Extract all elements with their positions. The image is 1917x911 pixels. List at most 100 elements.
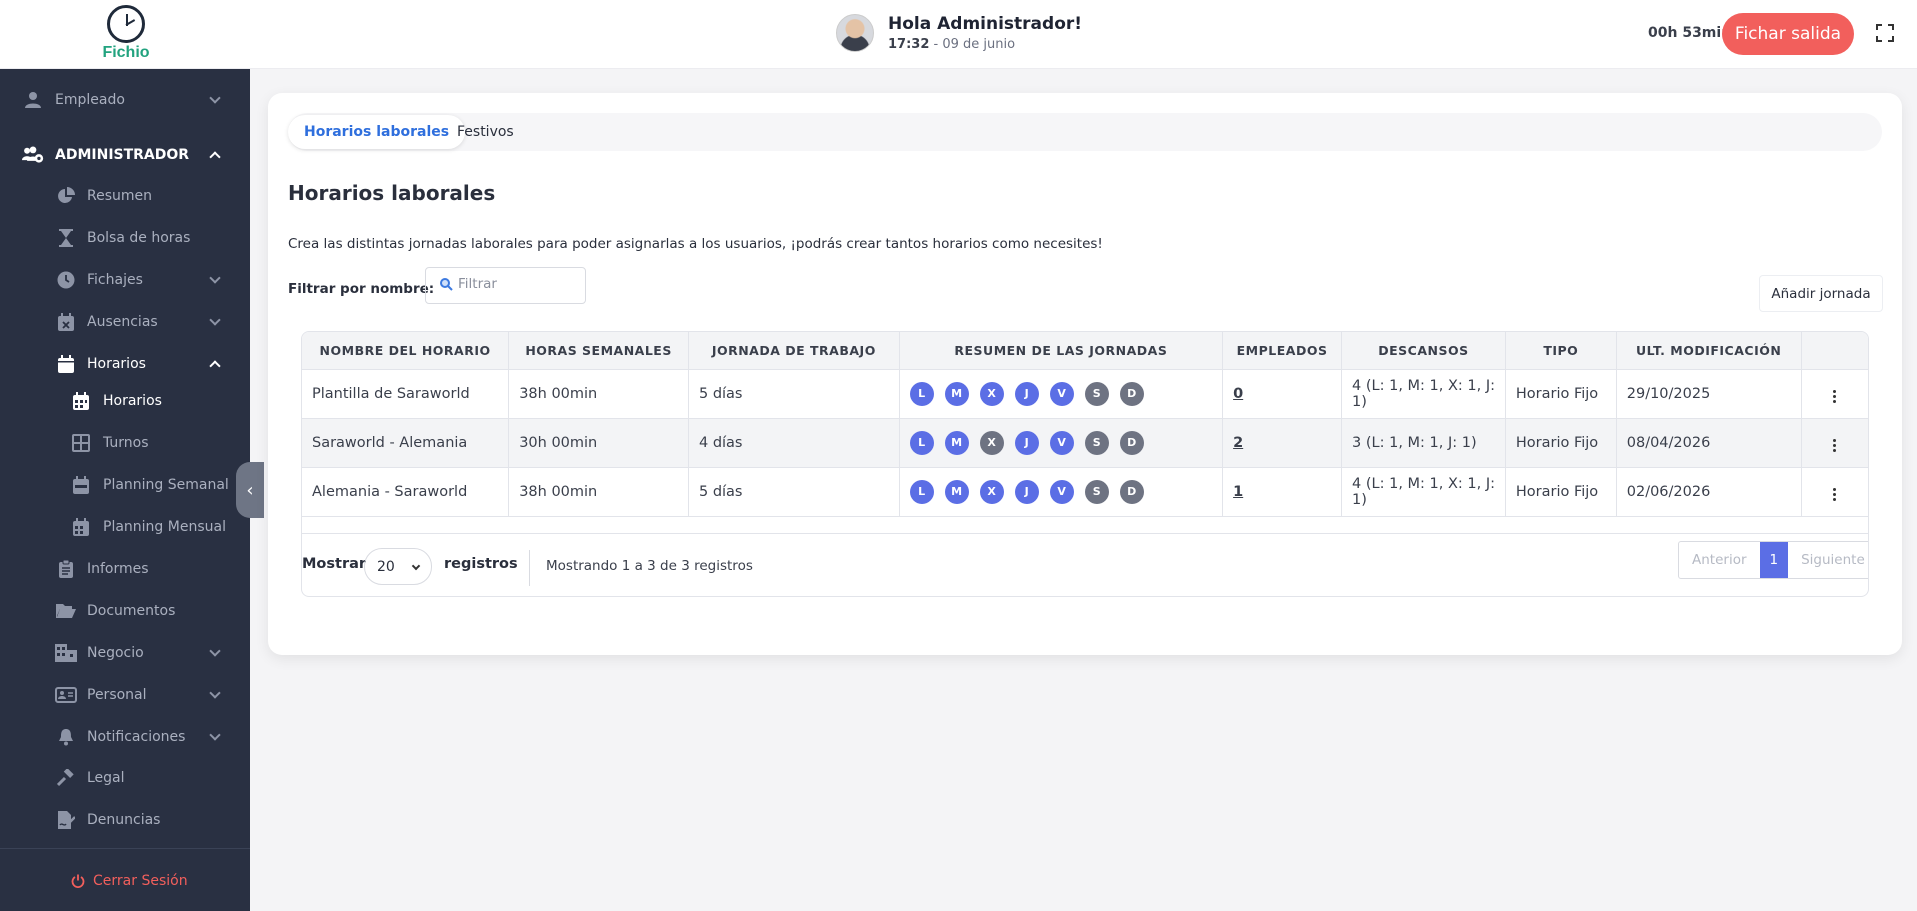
sidebar-divider xyxy=(0,848,250,849)
row-menu-button[interactable] xyxy=(1801,369,1868,419)
fichio-logo[interactable]: Fichio xyxy=(100,5,152,62)
cell-hours: 38h 00min xyxy=(508,369,689,419)
main-card: Horarios laborales Festivos Horarios lab… xyxy=(268,93,1902,655)
day-badge-j: J xyxy=(1014,430,1039,455)
bell-icon xyxy=(55,727,77,747)
day-badge-v: V xyxy=(1049,381,1074,406)
sidebar-item-horarios[interactable]: Horarios xyxy=(0,348,250,380)
calendar-icon xyxy=(55,354,77,374)
cell-name: Plantilla de Saraworld xyxy=(302,369,510,419)
col-jornada[interactable]: JORNADA DE TRABAJO xyxy=(688,332,900,370)
pagination: Anterior 1 Siguiente xyxy=(1678,541,1868,579)
chevron-left-icon: ‹ xyxy=(246,479,254,501)
sidebar-item-notificaciones[interactable]: Notificaciones xyxy=(0,721,250,753)
calendar-week-icon xyxy=(70,475,92,495)
col-horas[interactable]: HORAS SEMANALES xyxy=(508,332,689,370)
table-header-row: NOMBRE DEL HORARIO HORAS SEMANALES JORNA… xyxy=(302,332,1868,370)
users-cog-icon xyxy=(22,145,44,165)
col-empleados[interactable]: EMPLEADOS xyxy=(1222,332,1343,370)
logo-text: Fichio xyxy=(102,44,150,61)
table-spacer-row xyxy=(302,516,1868,534)
day-badge-d: D xyxy=(1119,479,1144,504)
employees-link[interactable]: 1 xyxy=(1233,484,1243,500)
page-1-button[interactable]: 1 xyxy=(1759,542,1789,578)
sidebar-item-planning-mensual[interactable]: Planning Mensual xyxy=(0,511,250,543)
filter-input[interactable] xyxy=(458,276,578,292)
sidebar: Empleado ADMINISTRADOR Resumen Bolsa de … xyxy=(0,69,250,911)
power-icon xyxy=(67,871,89,891)
day-badge-m: M xyxy=(944,430,969,455)
avatar[interactable] xyxy=(836,14,874,52)
folder-open-icon xyxy=(55,601,77,621)
day-badge-m: M xyxy=(944,479,969,504)
grid-icon xyxy=(70,433,92,453)
fullscreen-icon[interactable] xyxy=(1876,24,1894,42)
building-icon xyxy=(55,643,77,663)
chevron-up-icon xyxy=(209,360,221,372)
sidebar-collapse-button[interactable]: ‹ xyxy=(236,462,264,518)
worked-time: 00h 53min xyxy=(1648,25,1732,41)
cell-modified: 08/04/2026 xyxy=(1616,418,1802,468)
fichar-salida-button[interactable]: Fichar salida xyxy=(1722,13,1854,55)
cell-modified: 29/10/2025 xyxy=(1616,369,1802,419)
day-badge-s: S xyxy=(1084,430,1109,455)
kebab-icon xyxy=(1833,443,1837,447)
cell-breaks: 4 (L: 1, M: 1, X: 1, J: 1) xyxy=(1341,467,1506,517)
table-row[interactable]: Alemania - Saraworld 38h 00min 5 días LM… xyxy=(302,467,1868,517)
sidebar-item-legal[interactable]: Legal xyxy=(0,762,250,794)
logout-button[interactable]: Cerrar Sesión xyxy=(0,865,250,897)
sidebar-item-bolsa-de-horas[interactable]: Bolsa de horas xyxy=(0,222,250,254)
employees-link[interactable]: 0 xyxy=(1233,386,1243,402)
cell-employees: 2 xyxy=(1222,418,1343,468)
row-menu-button[interactable] xyxy=(1801,418,1868,468)
clipboard-icon xyxy=(55,559,77,579)
add-jornada-button[interactable]: Añadir jornada xyxy=(1759,275,1883,312)
col-tipo[interactable]: TIPO xyxy=(1505,332,1617,370)
day-badge-j: J xyxy=(1014,479,1039,504)
col-modificacion[interactable]: ULT. MODIFICACIÓN xyxy=(1616,332,1802,370)
prev-page-button[interactable]: Anterior xyxy=(1679,542,1760,578)
sidebar-item-resumen[interactable]: Resumen xyxy=(0,180,250,212)
day-badge-x: X xyxy=(979,479,1004,504)
sidebar-item-empleado[interactable]: Empleado xyxy=(0,84,250,116)
col-descansos[interactable]: DESCANSOS xyxy=(1341,332,1506,370)
sidebar-item-denuncias[interactable]: Denuncias xyxy=(0,804,250,836)
table-row[interactable]: Saraworld - Alemania 30h 00min 4 días LM… xyxy=(302,418,1868,468)
sidebar-item-informes[interactable]: Informes xyxy=(0,553,250,585)
cell-breaks: 3 (L: 1, M: 1, J: 1) xyxy=(1341,418,1506,468)
chevron-down-icon xyxy=(411,561,421,571)
page-size-value: 20 xyxy=(377,558,395,575)
col-resumen[interactable]: RESUMEN DE LAS JORNADAS xyxy=(899,332,1224,370)
greeting-datetime: 17:32 - 09 de junio xyxy=(888,37,1082,52)
id-card-icon xyxy=(55,685,77,705)
sidebar-item-fichajes[interactable]: Fichajes xyxy=(0,264,250,296)
sidebar-item-documentos[interactable]: Documentos xyxy=(0,595,250,627)
col-nombre[interactable]: NOMBRE DEL HORARIO xyxy=(302,332,510,370)
tab-festivos[interactable]: Festivos xyxy=(441,115,530,149)
current-date: - 09 de junio xyxy=(929,37,1016,52)
sidebar-item-personal[interactable]: Personal xyxy=(0,679,250,711)
user-icon xyxy=(22,90,44,110)
day-badge-s: S xyxy=(1084,479,1109,504)
table-row[interactable]: Plantilla de Saraworld 38h 00min 5 días … xyxy=(302,369,1868,419)
row-menu-button[interactable] xyxy=(1801,467,1868,517)
current-time: 17:32 xyxy=(888,37,930,52)
day-badge-l: L xyxy=(909,479,934,504)
sidebar-item-ausencias[interactable]: Ausencias xyxy=(0,306,250,338)
next-page-button[interactable]: Siguiente xyxy=(1788,542,1868,578)
cell-days: 5 días xyxy=(688,369,900,419)
pie-chart-icon xyxy=(55,186,77,206)
chevron-down-icon xyxy=(209,729,221,741)
page-title: Horarios laborales xyxy=(288,181,496,205)
sidebar-item-horarios-sub[interactable]: Horarios xyxy=(0,385,250,417)
sidebar-item-planning-semanal[interactable]: Planning Semanal xyxy=(0,469,250,501)
cell-days: 4 días xyxy=(688,418,900,468)
page-size-select[interactable]: 20 xyxy=(364,548,432,585)
employees-link[interactable]: 2 xyxy=(1233,435,1243,451)
tab-horarios-laborales[interactable]: Horarios laborales xyxy=(288,115,466,149)
sidebar-item-turnos[interactable]: Turnos xyxy=(0,427,250,459)
sidebar-item-administrador[interactable]: ADMINISTRADOR xyxy=(0,139,250,171)
sidebar-item-negocio[interactable]: Negocio xyxy=(0,637,250,669)
filter-field[interactable] xyxy=(425,267,586,304)
gavel-icon xyxy=(55,768,77,788)
